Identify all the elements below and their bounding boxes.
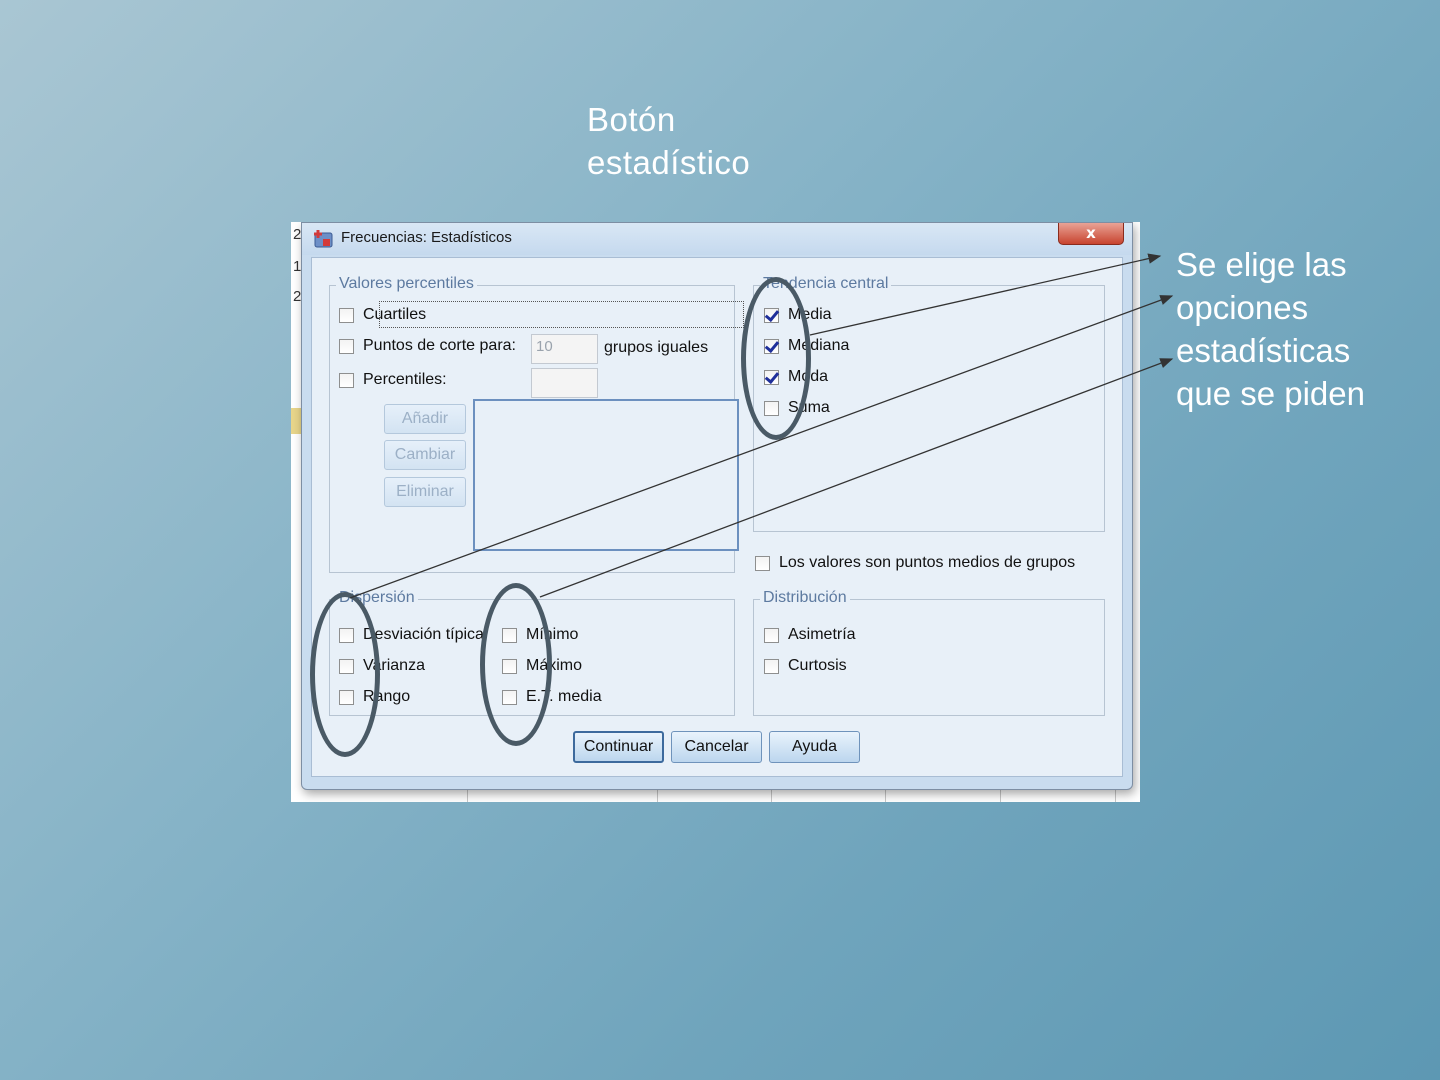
skewness-option[interactable]: Asimetría	[764, 626, 856, 644]
annotation-ellipse-dispersion-right	[480, 583, 552, 746]
group-legend: Distribución	[760, 589, 850, 607]
percentile-values-group: Valores percentiles Cuartiles Puntos de …	[329, 275, 744, 573]
focus-rectangle	[379, 301, 744, 328]
checkbox-label: Cuartiles	[363, 306, 427, 323]
help-button[interactable]: Ayuda	[769, 731, 860, 763]
group-midpoints-checkbox[interactable]	[755, 555, 770, 571]
group-midpoints-option[interactable]: Los valores son puntos medios de grupos	[755, 554, 1075, 572]
side-note-line: que se piden	[1176, 375, 1365, 412]
selected-cell-marker	[291, 408, 301, 434]
annotation-ellipse-tendency	[741, 277, 811, 440]
spss-app-icon	[314, 230, 333, 248]
slide-title-line1: Botón	[587, 101, 676, 138]
change-button[interactable]: Cambiar	[384, 440, 466, 470]
side-note-line: estadísticas	[1176, 332, 1351, 369]
checkbox-label: Los valores son puntos medios de grupos	[779, 554, 1076, 571]
checkbox-label: Percentiles:	[363, 371, 447, 388]
equal-groups-label: grupos iguales	[604, 339, 708, 357]
percentiles-option[interactable]: Percentiles:	[339, 371, 447, 389]
dialog-screenshot: 2 1 2 Frecuencias: Estadísticos x Valore…	[291, 222, 1140, 802]
side-note-line: Se elige las	[1176, 246, 1347, 283]
close-button[interactable]: x	[1058, 223, 1124, 245]
side-note: Se elige las opciones estadísticas que s…	[1176, 243, 1426, 415]
cut-points-option[interactable]: Puntos de corte para:	[339, 337, 516, 355]
kurtosis-option[interactable]: Curtosis	[764, 657, 847, 675]
distribution-group: Distribución Asimetría Curtosis	[753, 589, 1105, 716]
percentiles-input[interactable]	[531, 368, 598, 398]
cuartiles-option[interactable]: Cuartiles	[339, 306, 426, 324]
checkbox-label: Desviación típica	[363, 626, 484, 643]
statistics-dialog: Frecuencias: Estadísticos x Valores perc…	[301, 222, 1133, 790]
dialog-titlebar[interactable]: Frecuencias: Estadísticos x	[302, 223, 1132, 255]
slide-title-line2: estadístico	[587, 144, 751, 181]
percentiles-checkbox[interactable]	[339, 372, 354, 388]
checkbox-label: Curtosis	[788, 657, 847, 674]
continue-button[interactable]: Continuar	[573, 731, 664, 763]
cut-points-input[interactable]: 10	[531, 334, 598, 364]
checkbox-label: Puntos de corte para:	[363, 337, 516, 354]
equal-groups-text: grupos iguales	[604, 339, 709, 356]
skewness-checkbox[interactable]	[764, 627, 779, 643]
slide-title: Botón estadístico	[587, 98, 887, 184]
percentiles-list[interactable]	[473, 399, 739, 551]
annotation-ellipse-dispersion-left	[310, 592, 380, 757]
dialog-client-area: Valores percentiles Cuartiles Puntos de …	[311, 257, 1123, 777]
checkbox-label: Asimetría	[788, 626, 856, 643]
kurtosis-checkbox[interactable]	[764, 658, 779, 674]
add-button[interactable]: Añadir	[384, 404, 466, 434]
remove-button[interactable]: Eliminar	[384, 477, 466, 507]
dialog-title: Frecuencias: Estadísticos	[341, 229, 512, 246]
cuartiles-checkbox[interactable]	[339, 307, 354, 323]
cut-points-checkbox[interactable]	[339, 338, 354, 354]
side-note-line: opciones	[1176, 289, 1309, 326]
cancel-button[interactable]: Cancelar	[671, 731, 762, 763]
group-legend: Valores percentiles	[336, 275, 477, 293]
